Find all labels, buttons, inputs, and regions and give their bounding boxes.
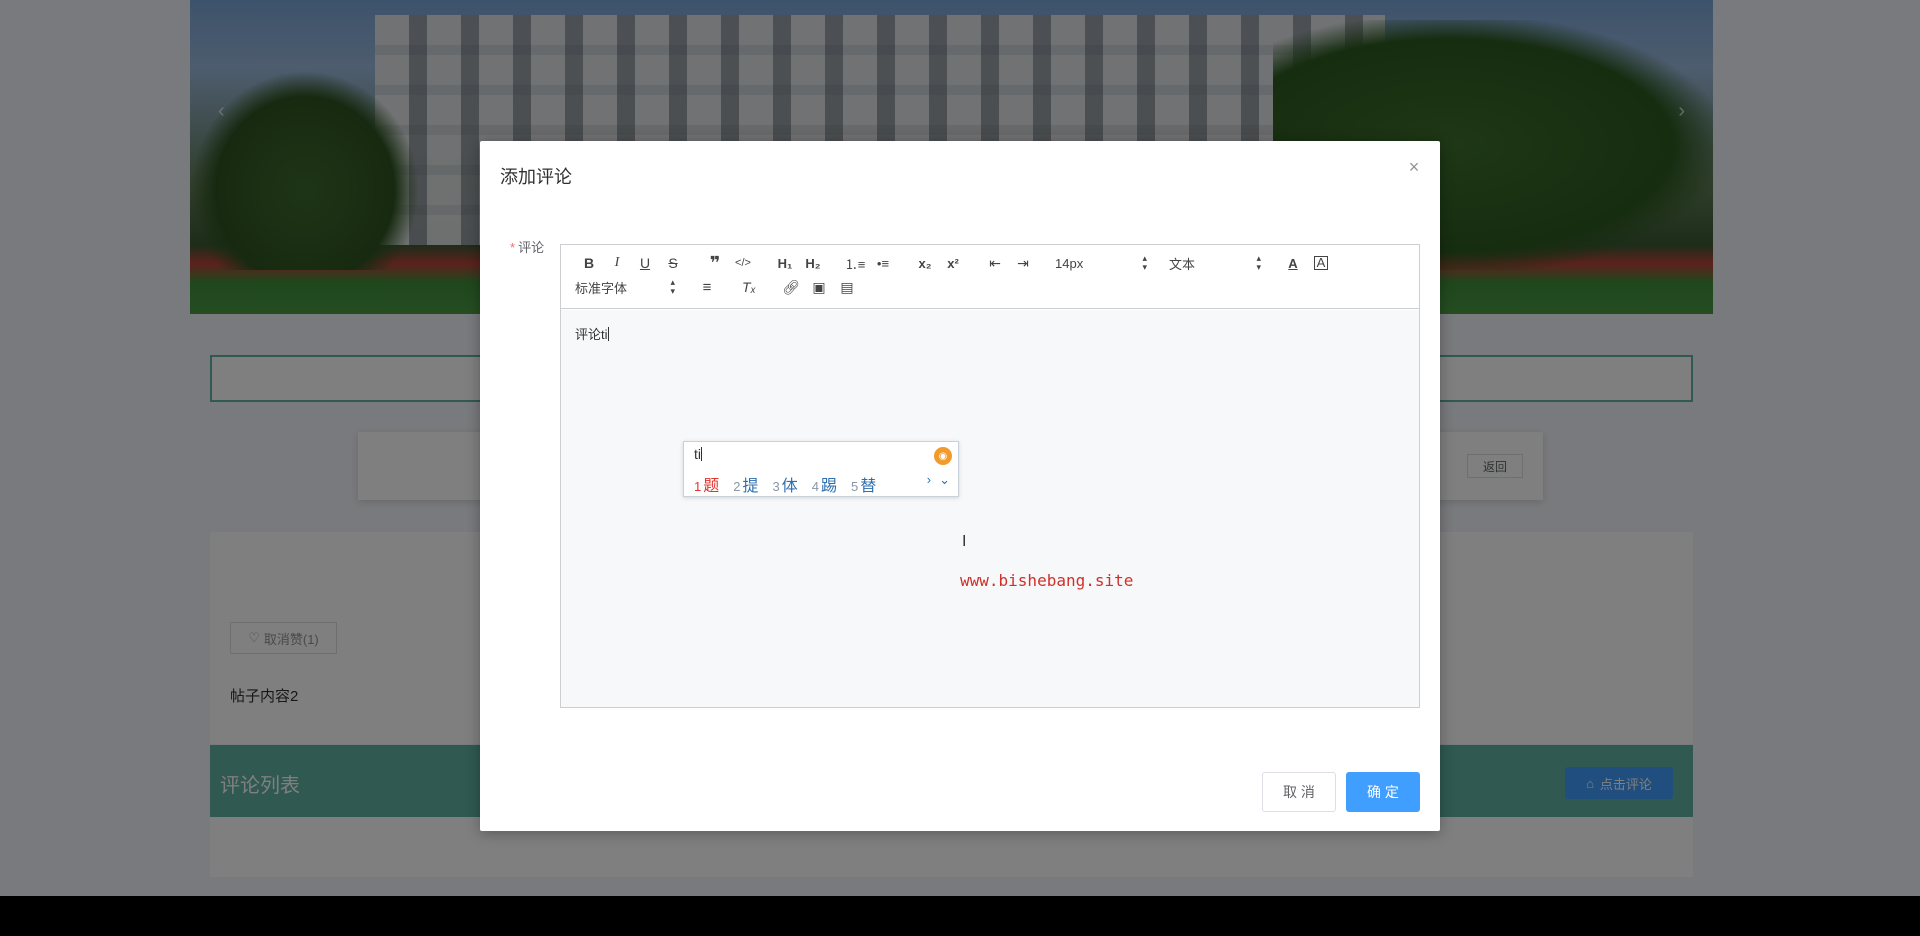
font-size-select[interactable]: 14px ▴ ▾ — [1051, 251, 1151, 275]
align-icon[interactable]: ≡ — [693, 275, 721, 299]
indent-icon[interactable]: ⇥ — [1009, 251, 1037, 275]
clear-format-icon[interactable]: Tₓ — [735, 275, 763, 299]
header-select[interactable]: 文本 ▴ ▾ — [1165, 251, 1265, 275]
required-mark: * — [510, 240, 516, 255]
add-comment-dialog: 添加评论 × *评论 B I U S ❞ </> H₁ H₂ ⒈≡ •≡ x₂ — [480, 141, 1440, 831]
superscript-icon[interactable]: x² — [939, 251, 967, 275]
ime-candidate[interactable]: 4踢 — [812, 472, 837, 496]
ime-candidate-list: 1题 2提 3体 4踢 5替 — [694, 472, 876, 496]
editor-text[interactable]: 评论ti — [575, 324, 609, 343]
cancel-button[interactable]: 取 消 — [1262, 772, 1336, 812]
image-icon[interactable]: ▣ — [805, 275, 833, 299]
ime-candidate[interactable]: 3体 — [773, 472, 798, 496]
heading-2-icon[interactable]: H₂ — [799, 251, 827, 275]
editor-toolbar: B I U S ❞ </> H₁ H₂ ⒈≡ •≡ x₂ x² ⇤ ⇥ 14px… — [561, 245, 1419, 309]
heading-1-icon[interactable]: H₁ — [771, 251, 799, 275]
background-color-icon[interactable]: A — [1314, 256, 1328, 270]
code-block-icon[interactable]: </> — [729, 251, 757, 275]
outdent-icon[interactable]: ⇤ — [981, 251, 1009, 275]
chevron-down-icon[interactable]: ⌄ — [939, 472, 950, 488]
ordered-list-icon[interactable]: ⒈≡ — [841, 251, 869, 275]
dialog-title: 添加评论 — [500, 167, 572, 187]
i-beam-cursor-icon: I — [962, 533, 967, 550]
strikethrough-icon[interactable]: S — [659, 251, 687, 275]
editor-content-area[interactable]: 评论ti — [561, 310, 1419, 707]
blockquote-icon[interactable]: ❞ — [701, 251, 729, 275]
select-caret-icon: ▴ ▾ — [670, 277, 675, 296]
font-family-select[interactable]: 标准字体 ▴ ▾ — [575, 275, 679, 299]
ime-candidate-popup: ti ◉ 1题 2提 3体 4踢 5替 › ⌄ — [683, 441, 959, 497]
bottom-black-strip — [0, 896, 1920, 936]
bold-icon[interactable]: B — [575, 251, 603, 275]
watermark: www.bishebang.site — [960, 571, 1134, 590]
close-icon[interactable]: × — [1406, 158, 1422, 176]
ime-nav: › ⌄ — [927, 472, 950, 488]
select-caret-icon: ▴ ▾ — [1256, 253, 1261, 272]
bullet-list-icon[interactable]: •≡ — [869, 251, 897, 275]
ime-candidate[interactable]: 1题 — [694, 472, 719, 496]
subscript-icon[interactable]: x₂ — [911, 251, 939, 275]
font-color-icon[interactable]: A — [1279, 251, 1307, 275]
link-icon[interactable]: 🔗︎ — [777, 275, 805, 299]
select-caret-icon: ▴ ▾ — [1142, 253, 1147, 272]
ime-candidate[interactable]: 5替 — [851, 472, 876, 496]
ime-input-text: ti — [694, 446, 702, 462]
confirm-button[interactable]: 确 定 — [1346, 772, 1420, 812]
video-icon[interactable]: ▤ — [833, 275, 861, 299]
ime-candidate[interactable]: 2提 — [733, 472, 758, 496]
ime-logo-icon[interactable]: ◉ — [934, 447, 952, 465]
italic-icon[interactable]: I — [603, 251, 631, 275]
comment-field-label: * 评论 — [510, 240, 545, 255]
underline-icon[interactable]: U — [631, 251, 659, 275]
chevron-right-icon[interactable]: › — [927, 472, 931, 488]
rich-text-editor: B I U S ❞ </> H₁ H₂ ⒈≡ •≡ x₂ x² ⇤ ⇥ 14px… — [560, 244, 1420, 708]
text-cursor — [607, 327, 609, 341]
